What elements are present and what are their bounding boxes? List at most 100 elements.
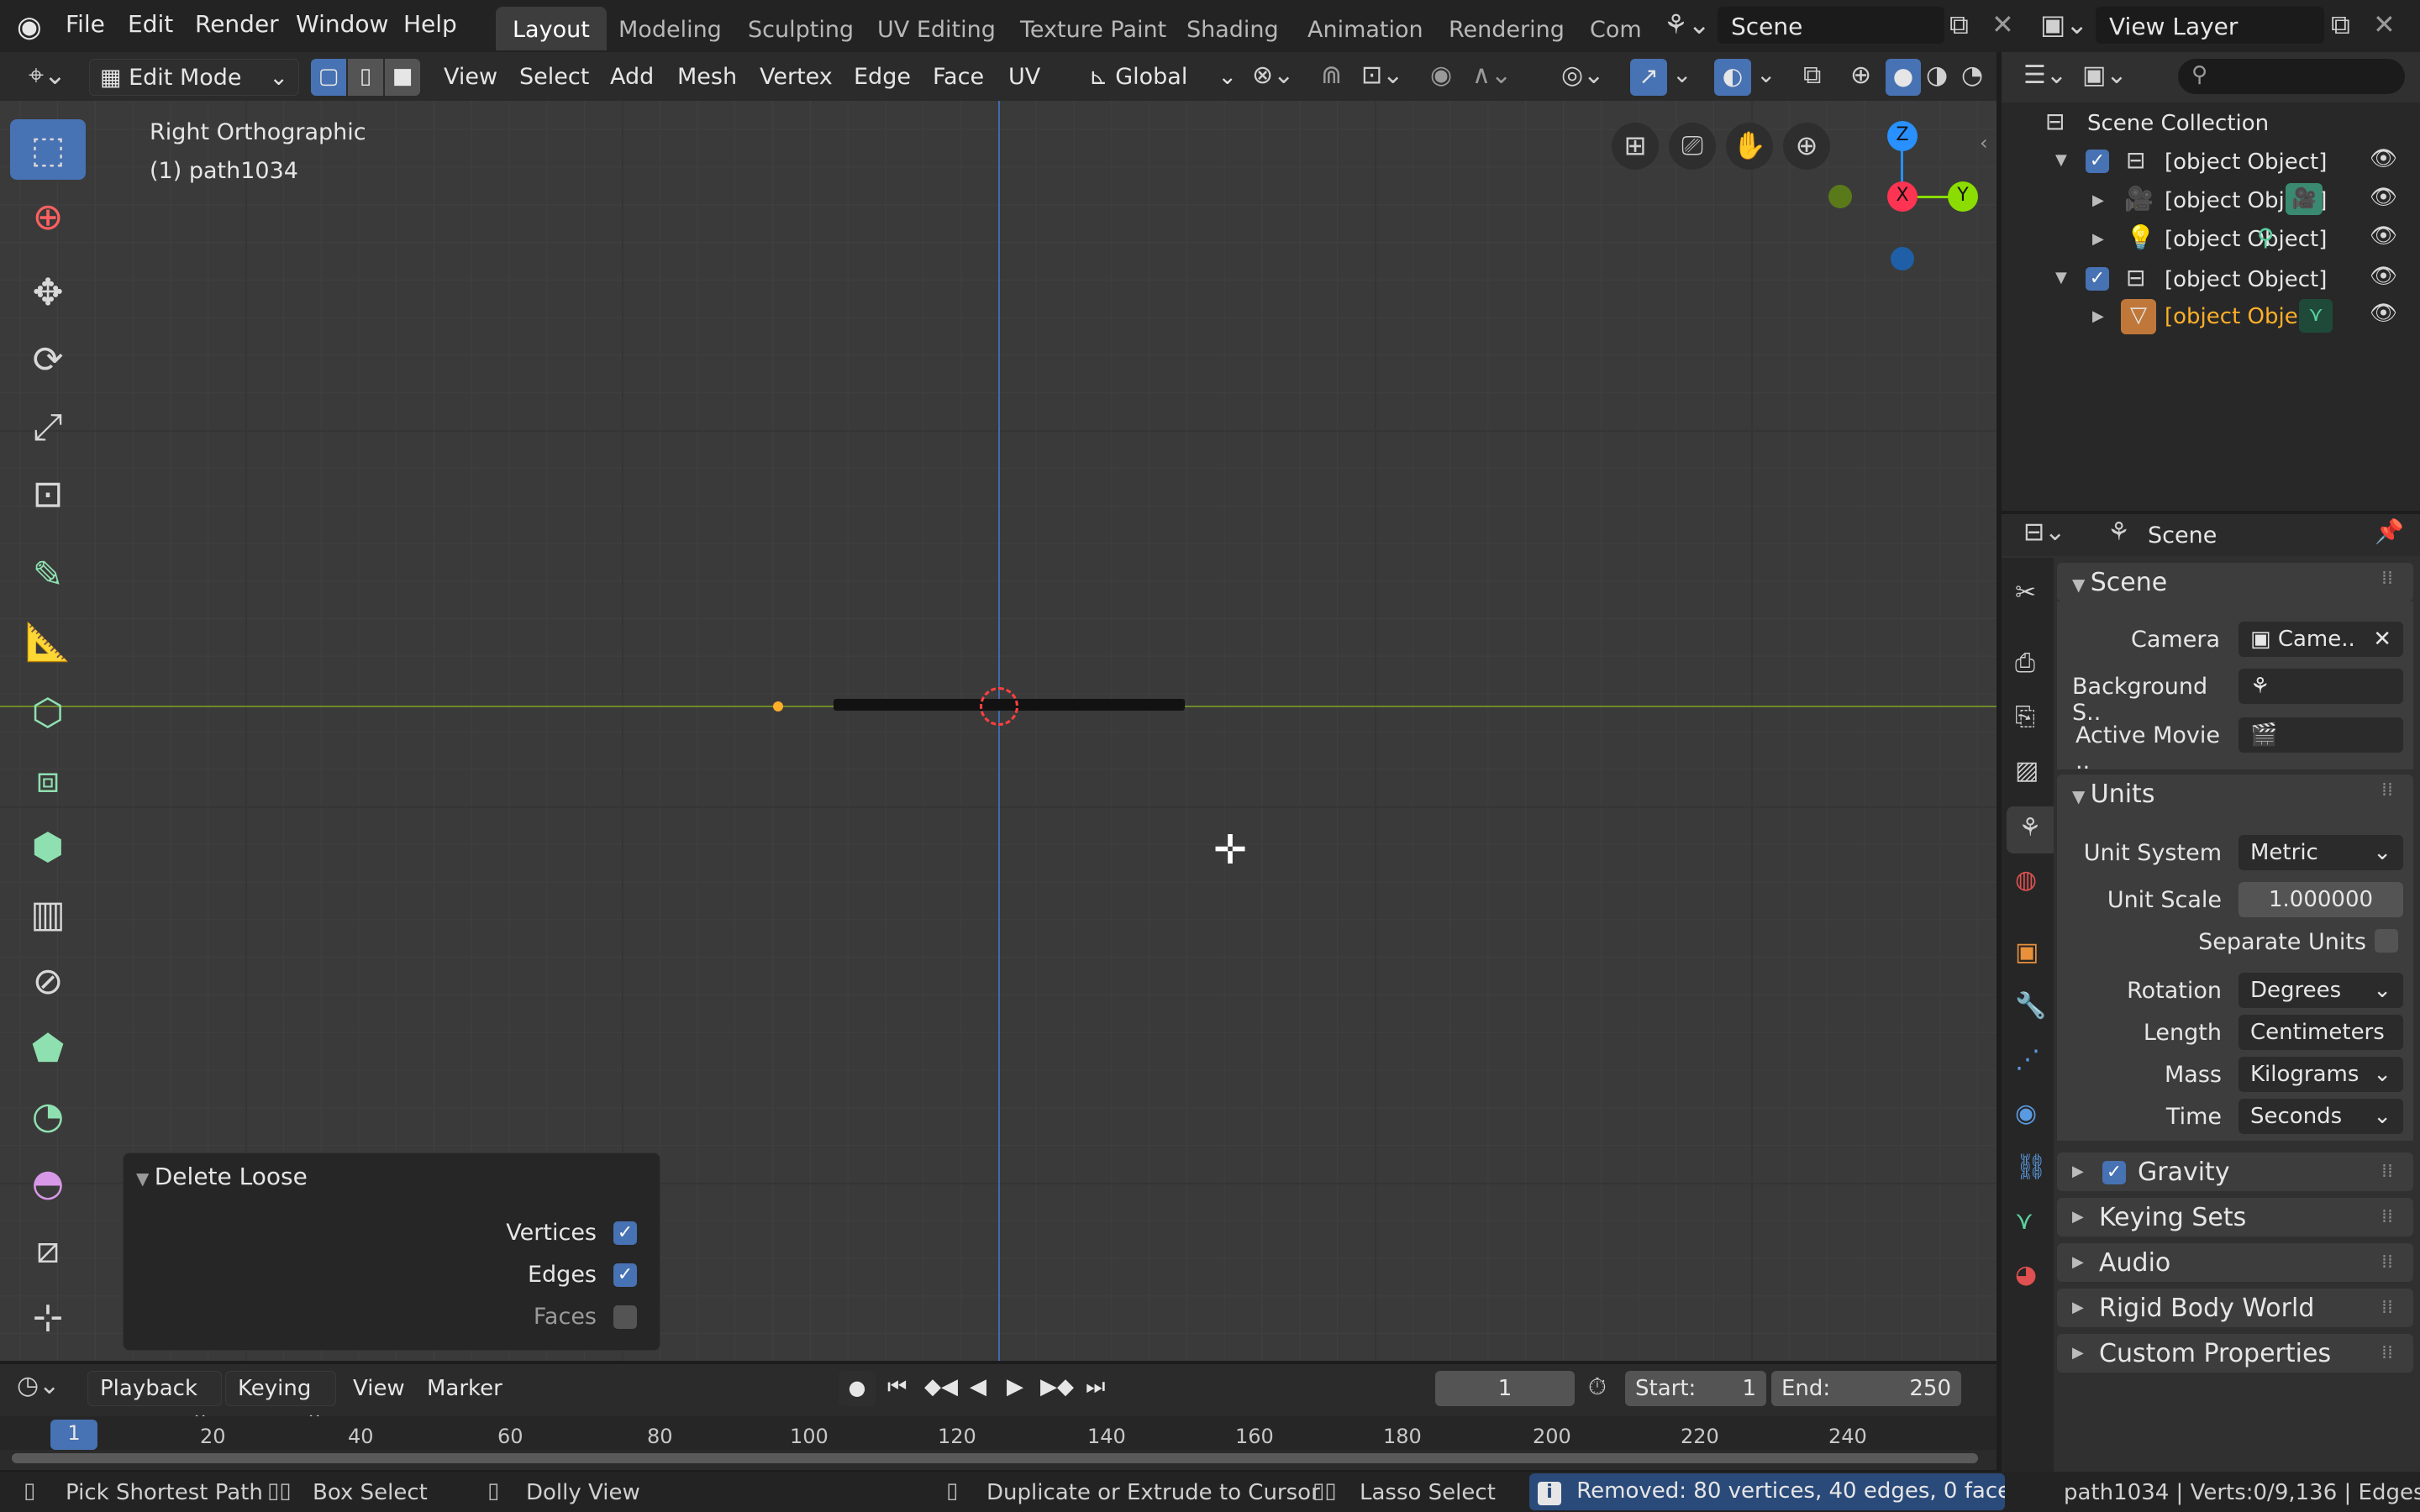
outliner-item-dreamcatcher[interactable]: [object Object] bbox=[2165, 267, 2354, 292]
material-tab-icon[interactable]: ◕ bbox=[2015, 1260, 2037, 1289]
active-movie-clip-field[interactable]: 🎬 bbox=[2238, 717, 2403, 753]
record-button[interactable]: ● bbox=[839, 1371, 876, 1406]
collection-checkbox[interactable]: ✓ bbox=[2086, 267, 2109, 291]
proportional-edit-icon[interactable]: ◉ bbox=[1430, 60, 1452, 90]
expand-arrow-icon[interactable]: ▶ bbox=[2072, 1253, 2084, 1271]
object-tab-icon[interactable]: ▣ bbox=[2015, 937, 2039, 967]
tab-modeling[interactable]: Modeling bbox=[602, 7, 739, 50]
units-panel-title[interactable]: ▼ Units bbox=[2072, 780, 2154, 809]
header-menu-edge[interactable]: Edge bbox=[854, 60, 911, 94]
blender-logo-icon[interactable]: ◉ bbox=[17, 10, 42, 44]
outliner-item-collection[interactable]: [object Object] bbox=[2165, 150, 2327, 175]
output-tab-icon[interactable]: ⎘ bbox=[2015, 702, 2035, 732]
collection-checkbox[interactable]: ✓ bbox=[2086, 150, 2109, 173]
tab-shading[interactable]: Shading bbox=[1170, 7, 1296, 50]
edge-slide-tool[interactable]: ⧄ bbox=[10, 1220, 86, 1280]
option-vertices-checkbox[interactable]: ✓ bbox=[613, 1221, 637, 1245]
camera-view-icon[interactable]: ⎚ bbox=[1669, 123, 1716, 170]
outliner-editor-icon[interactable]: ☰⌄ bbox=[2023, 60, 2067, 90]
report-message[interactable]: i Removed: 80 vertices, 40 edges, 0 face… bbox=[1529, 1473, 2005, 1510]
separate-units-checkbox[interactable] bbox=[2375, 929, 2398, 953]
expand-arrow-icon[interactable]: ▶ bbox=[2072, 1344, 2084, 1362]
edge-select-mode-button[interactable]: ▯ bbox=[348, 59, 383, 96]
new-scene-icon[interactable]: ⧉ bbox=[1949, 8, 1969, 41]
xray-toggle-icon[interactable]: ⧉ bbox=[1803, 60, 1821, 90]
tab-texture-paint[interactable]: Texture Paint bbox=[1003, 7, 1183, 50]
snap-icon[interactable]: ⋒ bbox=[1321, 60, 1342, 90]
expand-arrow-icon[interactable]: ▼ bbox=[2055, 151, 2067, 169]
gizmo-toggle-icon[interactable]: ↗ bbox=[1630, 59, 1667, 96]
select-box-tool[interactable]: ⬚ bbox=[10, 119, 86, 180]
tab-rendering[interactable]: Rendering bbox=[1432, 7, 1581, 50]
outliner-item-light[interactable]: [object Object] bbox=[2165, 227, 2327, 252]
header-menu-mesh[interactable]: Mesh bbox=[677, 60, 737, 94]
move-tool[interactable]: ✥ bbox=[10, 262, 86, 323]
particles-tab-icon[interactable]: ⋰ bbox=[2015, 1045, 2040, 1074]
gizmo-neg-z-dot[interactable] bbox=[1891, 247, 1914, 270]
play-button[interactable]: ▶ bbox=[1007, 1374, 1023, 1399]
gizmo-z-button[interactable]: Z bbox=[1887, 121, 1918, 151]
cursor-tool[interactable]: ⊕ bbox=[10, 186, 86, 247]
time-dropdown[interactable]: Seconds ⌄ bbox=[2238, 1099, 2403, 1134]
overlay-dropdown-icon[interactable]: ⌄ bbox=[1756, 60, 1776, 88]
3d-cursor[interactable] bbox=[980, 687, 1018, 726]
timeline-scrollbar[interactable] bbox=[12, 1453, 1978, 1463]
header-menu-face[interactable]: Face bbox=[933, 60, 984, 94]
drag-handle-icon[interactable]: ⁞⁞ bbox=[2381, 1297, 2393, 1318]
loop-cut-tool[interactable]: ⊘ bbox=[10, 951, 86, 1011]
option-edges-checkbox[interactable]: ✓ bbox=[613, 1263, 637, 1287]
scale-tool[interactable]: ⤢ bbox=[10, 396, 86, 457]
expand-arrow-icon[interactable]: ▶ bbox=[2092, 192, 2104, 209]
header-menu-view[interactable]: View bbox=[444, 60, 497, 94]
outliner-scene-collection[interactable]: Scene Collection bbox=[2087, 111, 2269, 136]
outliner-search-input[interactable]: ⚲ bbox=[2178, 59, 2405, 94]
toggle-grid-icon[interactable]: ⊞ bbox=[1612, 123, 1659, 170]
eye-icon[interactable]: 👁 bbox=[2370, 185, 2397, 210]
current-frame-marker[interactable]: 1 bbox=[50, 1420, 97, 1450]
drag-handle-icon[interactable]: ⁞⁞ bbox=[2381, 1161, 2393, 1182]
scene-name-field[interactable]: Scene bbox=[1718, 7, 1944, 44]
length-dropdown[interactable]: Centimeters⌄ bbox=[2238, 1015, 2403, 1070]
expand-arrow-icon[interactable]: ▶ bbox=[2092, 230, 2104, 248]
mass-dropdown[interactable]: Kilograms ⌄ bbox=[2238, 1057, 2403, 1092]
gravity-checkbox[interactable]: ✓ bbox=[2102, 1161, 2126, 1184]
drag-handle-icon[interactable]: ⁞⁞ bbox=[2381, 568, 2393, 589]
prev-keyframe-button[interactable]: ◆◀ bbox=[924, 1374, 958, 1399]
end-frame-field[interactable]: End: 250 bbox=[1771, 1371, 1961, 1406]
gizmo-neg-y-dot[interactable] bbox=[1828, 185, 1852, 208]
mode-selector[interactable]: ▦ Edit Mode ⌄ bbox=[89, 59, 299, 96]
start-frame-field[interactable]: Start: 1 bbox=[1625, 1371, 1766, 1406]
menu-file[interactable]: File bbox=[66, 10, 105, 38]
eye-icon[interactable]: 👁 bbox=[2370, 301, 2397, 326]
rendered-shading-icon[interactable]: ◔ bbox=[1961, 60, 1983, 90]
next-keyframe-button[interactable]: ▶◆ bbox=[1040, 1374, 1074, 1399]
transform-tool[interactable]: ⊡ bbox=[10, 464, 86, 524]
option-faces-checkbox[interactable] bbox=[613, 1305, 637, 1329]
display-mode-icon[interactable]: ▣⌄ bbox=[2082, 60, 2127, 90]
expand-arrow-icon[interactable]: ▼ bbox=[2055, 269, 2067, 286]
extrude-tool[interactable]: ⧈ bbox=[10, 749, 86, 810]
drag-handle-icon[interactable]: ⁞⁞ bbox=[2381, 1206, 2393, 1227]
tab-sculpting[interactable]: Sculpting bbox=[731, 7, 871, 50]
pivot-point-icon[interactable]: ⊗⌄ bbox=[1252, 60, 1294, 90]
solid-shading-icon[interactable]: ● bbox=[1886, 59, 1921, 96]
header-menu-add[interactable]: Add bbox=[610, 60, 654, 94]
view-layer-field[interactable]: View Layer bbox=[2096, 7, 2324, 44]
rotation-dropdown[interactable]: Degrees ⌄ bbox=[2238, 973, 2403, 1008]
mesh-data-icon[interactable]: ⋎ bbox=[2299, 299, 2333, 333]
camera-data-icon[interactable]: 🎥 bbox=[2286, 183, 2323, 215]
falloff-icon[interactable]: ∧⌄ bbox=[1472, 60, 1512, 90]
menu-edit[interactable]: Edit bbox=[128, 10, 173, 38]
current-frame-field[interactable]: 1 bbox=[1435, 1371, 1575, 1406]
vertex-select-mode-button[interactable]: ▢ bbox=[311, 59, 346, 96]
playback-menu[interactable]: Playback ⌄ bbox=[87, 1371, 222, 1426]
constraints-tab-icon[interactable]: ⛓ bbox=[2015, 1152, 2047, 1182]
menu-render[interactable]: Render bbox=[195, 10, 279, 38]
header-menu-select[interactable]: Select bbox=[519, 60, 589, 94]
editor-type-icon[interactable]: ⌖⌄ bbox=[29, 59, 66, 92]
header-menu-uv[interactable]: UV bbox=[1008, 60, 1040, 94]
modifier-tab-icon[interactable]: 🔧 bbox=[2015, 991, 2046, 1021]
wireframe-shading-icon[interactable]: ⊕ bbox=[1850, 60, 1871, 90]
render-tab-icon[interactable]: ⎙ bbox=[2015, 648, 2035, 678]
new-view-layer-icon[interactable]: ⧉ bbox=[2331, 8, 2350, 41]
